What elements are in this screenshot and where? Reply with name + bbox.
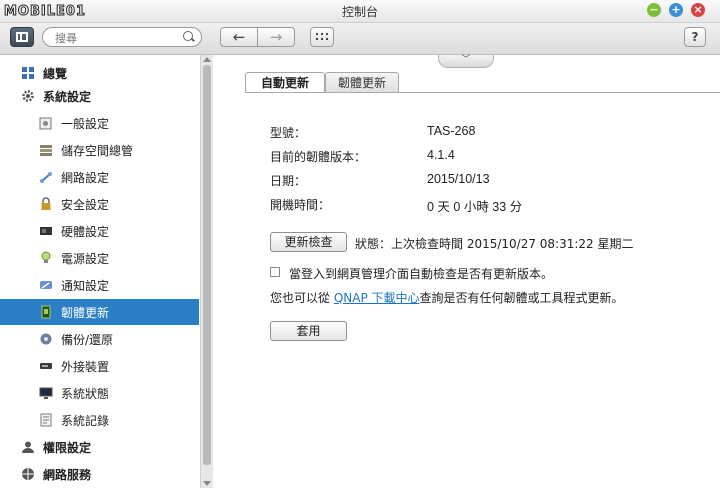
apps-button[interactable] [310, 27, 334, 47]
sidebar-item-10[interactable]: 韌體更新 [0, 299, 199, 325]
note-suffix: 查詢是否有任何韌體或工具程式更新。 [419, 291, 624, 305]
collapse-toggle[interactable]: ﹀ [438, 55, 494, 68]
sidebar-item-label: 網路設定 [61, 170, 110, 185]
sidebar-item-label: 電源設定 [61, 251, 110, 266]
sidebar-item-label: 系統狀態 [61, 386, 110, 401]
close-button[interactable]: × [691, 3, 705, 17]
help-button[interactable]: ? [684, 27, 706, 47]
sidebar-item-label: 備份/還原 [61, 332, 114, 347]
sidebar-item-6[interactable]: 安全設定 [0, 191, 199, 217]
hardware-icon [38, 224, 53, 238]
sidebar-scrollbar[interactable] [200, 55, 213, 488]
sidebar-item-12[interactable]: 外接裝置 [0, 353, 199, 379]
sidebar-item-label: 權限設定 [43, 440, 92, 455]
date-value: 2015/10/13 [427, 172, 490, 186]
panel-icon [16, 32, 28, 42]
auto-check-label: 當登入到網頁管理介面自動檢查是否有更新版本。 [289, 267, 554, 281]
sidebar-item-11[interactable]: 備份/還原 [0, 326, 199, 352]
model-value: TAS-268 [427, 124, 476, 138]
network-icon [38, 170, 53, 184]
check-update-button[interactable]: 更新檢查 [270, 232, 347, 252]
sidebar: 總覽系統設定一般設定儲存空間總管 網路設定安全設定硬體設定電源設定通知設定韌體更新… [0, 55, 201, 488]
uptime-label: 開機時間： [270, 198, 331, 212]
sidebar-item-label: 硬體設定 [61, 224, 110, 239]
minimize-button[interactable]: − [647, 3, 661, 17]
search-icon[interactable] [183, 31, 193, 41]
lock-icon [38, 197, 53, 211]
scroll-up-icon[interactable] [203, 57, 211, 62]
external-device-icon [38, 359, 53, 373]
model-label: 型號： [270, 126, 307, 140]
apply-button[interactable]: 套用 [270, 321, 347, 341]
download-center-note: 您也可以從 QNAP 下載中心查詢是否有任何韌體或工具程式更新。 [270, 289, 624, 306]
sidebar-item-label: 韌體更新 [61, 305, 110, 320]
log-icon [38, 413, 53, 427]
gear-icon [20, 89, 35, 103]
maximize-button[interactable]: + [669, 3, 683, 17]
scroll-down-icon[interactable] [203, 481, 211, 486]
tab-divider [245, 92, 720, 93]
arrow-left-icon: ← [232, 27, 246, 46]
sidebar-item-7[interactable]: 硬體設定 [0, 218, 199, 244]
sidebar-item-label: 安全設定 [61, 197, 110, 212]
firmware-icon [38, 305, 53, 319]
scroll-thumb[interactable] [203, 65, 211, 465]
check-status-text: 狀態：上次檢查時間 2015/10/27 08:31:22 星期二 [355, 237, 634, 251]
tab-firmware-update[interactable]: 韌體更新 [325, 72, 399, 93]
bulb-icon [38, 251, 53, 265]
firmware-version-value: 4.1.4 [427, 148, 455, 162]
sidebar-item-label: 外接裝置 [61, 359, 110, 374]
search-box[interactable] [42, 27, 202, 47]
sidebar-item-2[interactable]: 系統設定 [0, 83, 199, 109]
back-button[interactable]: ← [220, 27, 258, 47]
sidebar-item-15[interactable]: 權限設定 [0, 434, 199, 460]
sidebar-item-label: 一般設定 [61, 116, 110, 131]
sidebar-item-label: 網路服務 [43, 467, 92, 482]
monitor-icon [38, 386, 53, 400]
sidebar-item-8[interactable]: 電源設定 [0, 245, 199, 271]
grid-icon [20, 66, 35, 80]
sidebar-item-label: 系統記錄 [61, 413, 110, 428]
title-bar: MOBILE01 控制台 − + × [0, 0, 720, 23]
download-center-link[interactable]: QNAP 下載中心 [334, 291, 420, 305]
settings-doc-icon [38, 116, 53, 130]
globe-icon [20, 467, 35, 481]
sidebar-item-4[interactable]: 儲存空間總管 [0, 137, 199, 163]
sidebar-item-16[interactable]: 網路服務 [0, 461, 199, 487]
sidebar-item-3[interactable]: 一般設定 [0, 110, 199, 136]
sidebar-item-14[interactable]: 系統記錄 [0, 407, 199, 433]
backup-icon [38, 332, 53, 346]
chevron-down-icon: ﹀ [461, 55, 471, 65]
sidebar-item-label: 儲存空間總管 [61, 143, 134, 158]
auto-check-checkbox[interactable] [270, 267, 280, 277]
panel-toggle-button[interactable] [10, 27, 34, 47]
note-prefix: 您也可以從 [270, 291, 331, 305]
sidebar-item-9[interactable]: 通知設定 [0, 272, 199, 298]
storage-icon [38, 143, 53, 157]
user-icon [20, 440, 35, 454]
arrow-right-icon: → [269, 27, 283, 46]
sidebar-item-label: 系統設定 [43, 89, 92, 104]
sidebar-item-5[interactable]: 網路設定 [0, 164, 199, 190]
search-input[interactable] [53, 29, 183, 47]
help-icon: ? [691, 30, 699, 44]
date-label: 日期： [270, 174, 307, 188]
forward-button[interactable]: → [257, 27, 295, 47]
toolbar: ← → ? [0, 23, 720, 55]
window-title: 控制台 [341, 5, 378, 19]
uptime-value: 0 天 0 小時 33 分 [427, 200, 523, 214]
sidebar-item-13[interactable]: 系統狀態 [0, 380, 199, 406]
tab-auto-update[interactable]: 自動更新 [245, 72, 325, 93]
notification-icon [38, 278, 53, 292]
sidebar-item-label: 通知設定 [61, 278, 110, 293]
sidebar-item-label: 總覽 [43, 66, 68, 81]
apps-grid-icon [316, 33, 328, 40]
firmware-version-label: 目前的韌體版本： [270, 150, 367, 164]
